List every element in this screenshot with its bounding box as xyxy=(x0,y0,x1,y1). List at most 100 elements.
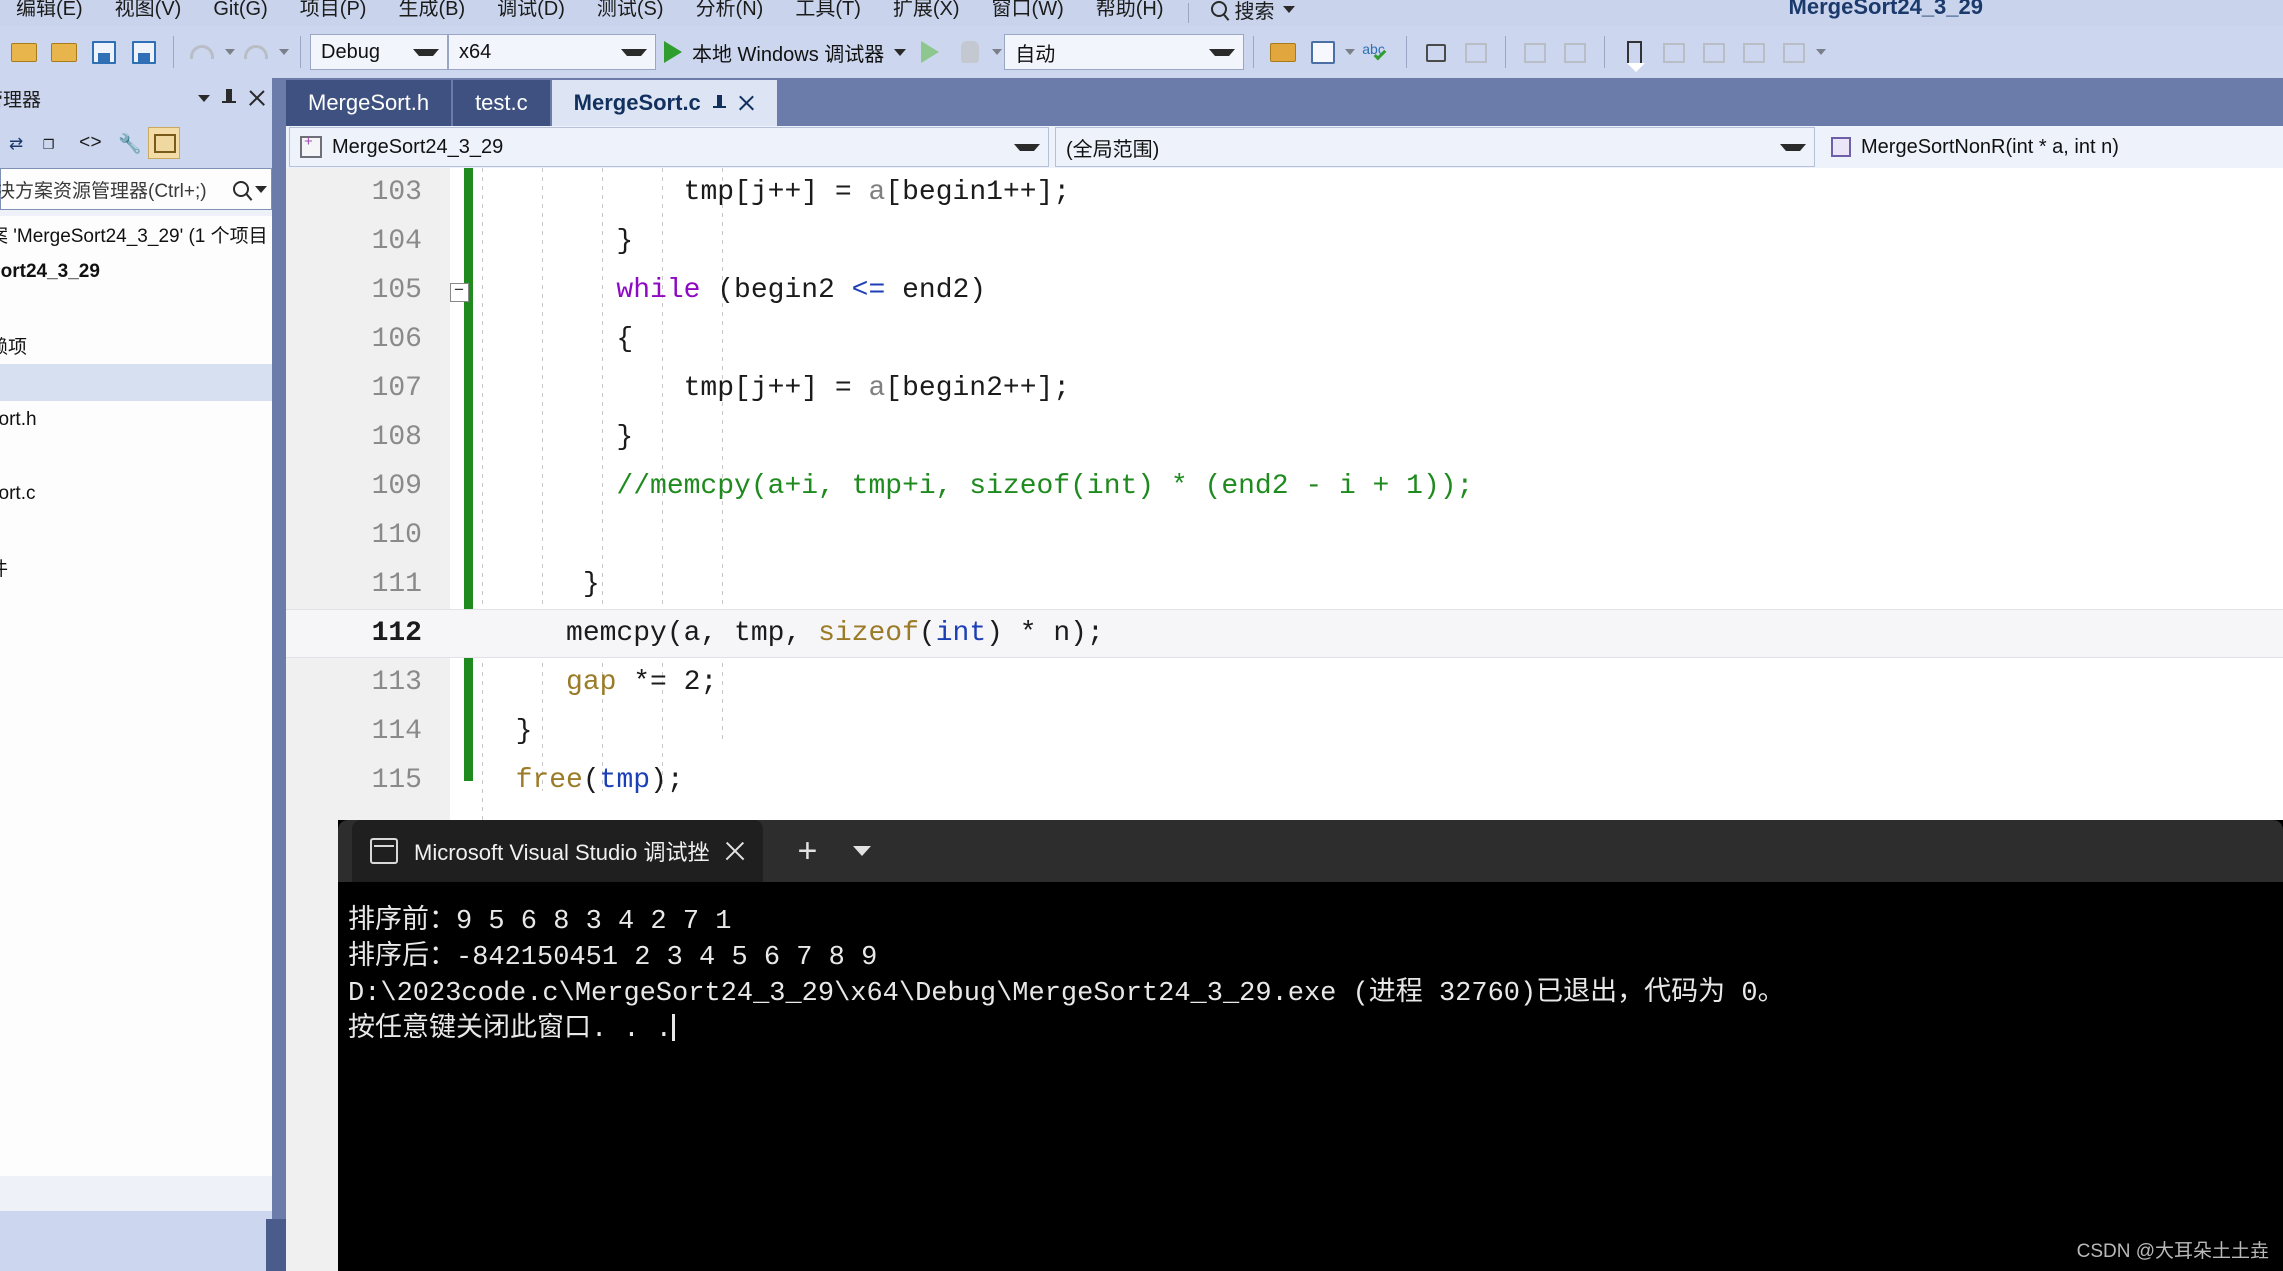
close-icon[interactable] xyxy=(738,95,755,112)
live-share-dropdown-icon[interactable] xyxy=(1345,49,1355,55)
new-tab-icon[interactable]: + xyxy=(797,834,817,868)
project-selector[interactable]: MergeSort24_3_29 xyxy=(289,127,1049,167)
indent-decrease-icon[interactable] xyxy=(1518,35,1552,69)
bookmark-prev-icon[interactable] xyxy=(1737,35,1771,69)
project-icon xyxy=(300,136,322,158)
step-into-icon[interactable] xyxy=(1419,35,1453,69)
menu-item-debug[interactable]: 调试(D) xyxy=(481,0,581,22)
pin-icon[interactable] xyxy=(222,89,236,107)
live-share-icon[interactable] xyxy=(1306,35,1340,69)
code-line[interactable]: 108 } xyxy=(286,413,2283,462)
tree-item-project[interactable]: MergeSort24_3_29 xyxy=(0,253,272,290)
code-line[interactable]: 114 } xyxy=(286,707,2283,756)
new-file-icon[interactable] xyxy=(7,35,41,69)
undo-dropdown-icon[interactable] xyxy=(225,49,235,55)
spellcheck-icon[interactable]: abc xyxy=(1360,35,1394,69)
chevron-down-icon xyxy=(1209,49,1235,56)
menu-item-build[interactable]: 生成(B) xyxy=(382,0,481,22)
global-search[interactable]: 搜索 xyxy=(1211,0,1295,24)
tab-test-c[interactable]: test.c xyxy=(453,80,550,126)
close-icon[interactable] xyxy=(725,841,745,861)
tree-item-test-c[interactable]: test.c xyxy=(0,512,272,549)
dock-splitter[interactable] xyxy=(272,78,286,1271)
tree-item-mergesort-c[interactable]: MergeSort.c xyxy=(0,475,272,512)
home-view-icon[interactable] xyxy=(148,127,180,159)
chevron-down-icon[interactable] xyxy=(894,49,906,56)
menu-item-test[interactable]: 测试(S) xyxy=(581,0,680,22)
menu-item-window[interactable]: 窗口(W) xyxy=(976,0,1080,22)
solution-tree[interactable]: 解决方案 'MergeSort24_3_29' (1 个项目 MergeSort… xyxy=(0,216,272,1176)
fold-collapse-icon[interactable]: − xyxy=(436,279,482,302)
tree-item-header-files[interactable]: 头文件 xyxy=(0,364,272,401)
code-line[interactable]: 111 } xyxy=(286,560,2283,609)
menu-item-help[interactable]: 帮助(H) xyxy=(1080,0,1180,22)
code-line[interactable]: 106 { xyxy=(286,315,2283,364)
menu-item-edit[interactable]: 编辑(E) xyxy=(0,0,99,22)
chevron-down-icon[interactable] xyxy=(255,186,267,193)
scope-name: (全局范围) xyxy=(1066,133,1159,162)
properties-icon[interactable]: 🔧 xyxy=(112,127,144,159)
hot-reload-icon[interactable] xyxy=(953,35,987,69)
redo-icon[interactable] xyxy=(240,35,274,69)
tree-item-references[interactable]: 引用 xyxy=(0,290,272,327)
tree-item-mergesort-h[interactable]: MergeSort.h xyxy=(0,401,272,438)
code-line[interactable]: 110 xyxy=(286,511,2283,560)
save-icon[interactable] xyxy=(87,35,121,69)
menu-item-analyze[interactable]: 分析(N) xyxy=(680,0,780,22)
play-icon xyxy=(664,41,682,63)
scope-selector[interactable]: (全局范围) xyxy=(1055,127,1815,167)
code-line[interactable]: 105− while (begin2 <= end2) xyxy=(286,266,2283,315)
hot-reload-dropdown-icon[interactable] xyxy=(992,49,1002,55)
comment-icon[interactable] xyxy=(1459,35,1493,69)
console-output[interactable]: 排序前：9 5 6 8 3 4 2 7 1 排序后：-842150451 2 3… xyxy=(338,882,2283,1271)
panel-menu-icon[interactable] xyxy=(198,95,210,102)
tree-item-external-dependencies[interactable]: 外部依赖项 xyxy=(0,327,272,364)
chevron-down-icon[interactable] xyxy=(853,846,871,856)
member-selector[interactable]: MergeSortNonR(int * a, int n) xyxy=(1821,127,2280,167)
auto-combo[interactable]: 自动 xyxy=(1004,34,1244,70)
bookmark-icon[interactable] xyxy=(1617,35,1651,69)
pin-icon[interactable] xyxy=(713,95,726,112)
bookmark-next-icon[interactable] xyxy=(1697,35,1731,69)
open-file-icon[interactable] xyxy=(47,35,81,69)
tab-mergesort-c[interactable]: MergeSort.c xyxy=(552,80,777,126)
code-line[interactable]: 112 memcpy(a, tmp, sizeof(int) * n); xyxy=(286,609,2283,658)
find-in-files-icon[interactable] xyxy=(1266,35,1300,69)
toolbar-overflow-icon[interactable] xyxy=(1816,49,1826,55)
tree-item-resource-files[interactable]: 资源文件 xyxy=(0,549,272,586)
indent-increase-icon[interactable] xyxy=(1558,35,1592,69)
configuration-combo[interactable]: Debug xyxy=(310,34,448,70)
menu-item-tools[interactable]: 工具(T) xyxy=(779,0,877,22)
toolbar-divider-3 xyxy=(1253,36,1254,68)
bookmark-toggle-icon[interactable] xyxy=(1657,35,1691,69)
search-icon[interactable] xyxy=(233,181,249,197)
solution-search-placeholder: 搜索解决方案资源管理器(Ctrl+;) xyxy=(0,176,207,203)
collapse-all-icon[interactable]: ⇄ xyxy=(4,127,36,159)
code-line[interactable]: 109 //memcpy(a+i, tmp+i, sizeof(int) * (… xyxy=(286,462,2283,511)
code-line[interactable]: 104 } xyxy=(286,217,2283,266)
tree-item-solution[interactable]: 解决方案 'MergeSort24_3_29' (1 个项目 xyxy=(0,216,272,253)
menu-item-extensions[interactable]: 扩展(X) xyxy=(877,0,976,22)
tab-mergesort-h[interactable]: MergeSort.h xyxy=(286,80,451,126)
code-line[interactable]: 103 tmp[j++] = a[begin1++]; xyxy=(286,168,2283,217)
save-all-icon[interactable] xyxy=(127,35,161,69)
close-icon[interactable] xyxy=(248,89,266,107)
menu-item-git[interactable]: Git(G) xyxy=(197,0,283,22)
tree-item-source-files[interactable]: 源文件 xyxy=(0,438,272,475)
console-tab[interactable]: Microsoft Visual Studio 调试挫 xyxy=(352,820,763,882)
copy-icon[interactable]: ❐ xyxy=(40,127,72,159)
platform-combo[interactable]: x64 xyxy=(448,34,656,70)
show-all-files-icon[interactable]: <> xyxy=(76,127,108,159)
code-line[interactable]: 107 tmp[j++] = a[begin2++]; xyxy=(286,364,2283,413)
code-line[interactable]: 115 free(tmp); xyxy=(286,756,2283,805)
code-line[interactable]: 113 gap *= 2; xyxy=(286,658,2283,707)
start-without-debugging-icon[interactable] xyxy=(917,35,947,69)
menu-item-project[interactable]: 项目(P) xyxy=(284,0,383,22)
menu-item-view[interactable]: 视图(V) xyxy=(99,0,198,22)
solution-search-box[interactable]: 搜索解决方案资源管理器(Ctrl+;) xyxy=(0,168,272,210)
start-debugging-button[interactable]: 本地 Windows 调试器 xyxy=(656,38,914,67)
bookmark-clear-icon[interactable] xyxy=(1777,35,1811,69)
undo-icon[interactable] xyxy=(186,35,220,69)
redo-dropdown-icon[interactable] xyxy=(279,49,289,55)
chevron-down-icon xyxy=(621,49,647,56)
